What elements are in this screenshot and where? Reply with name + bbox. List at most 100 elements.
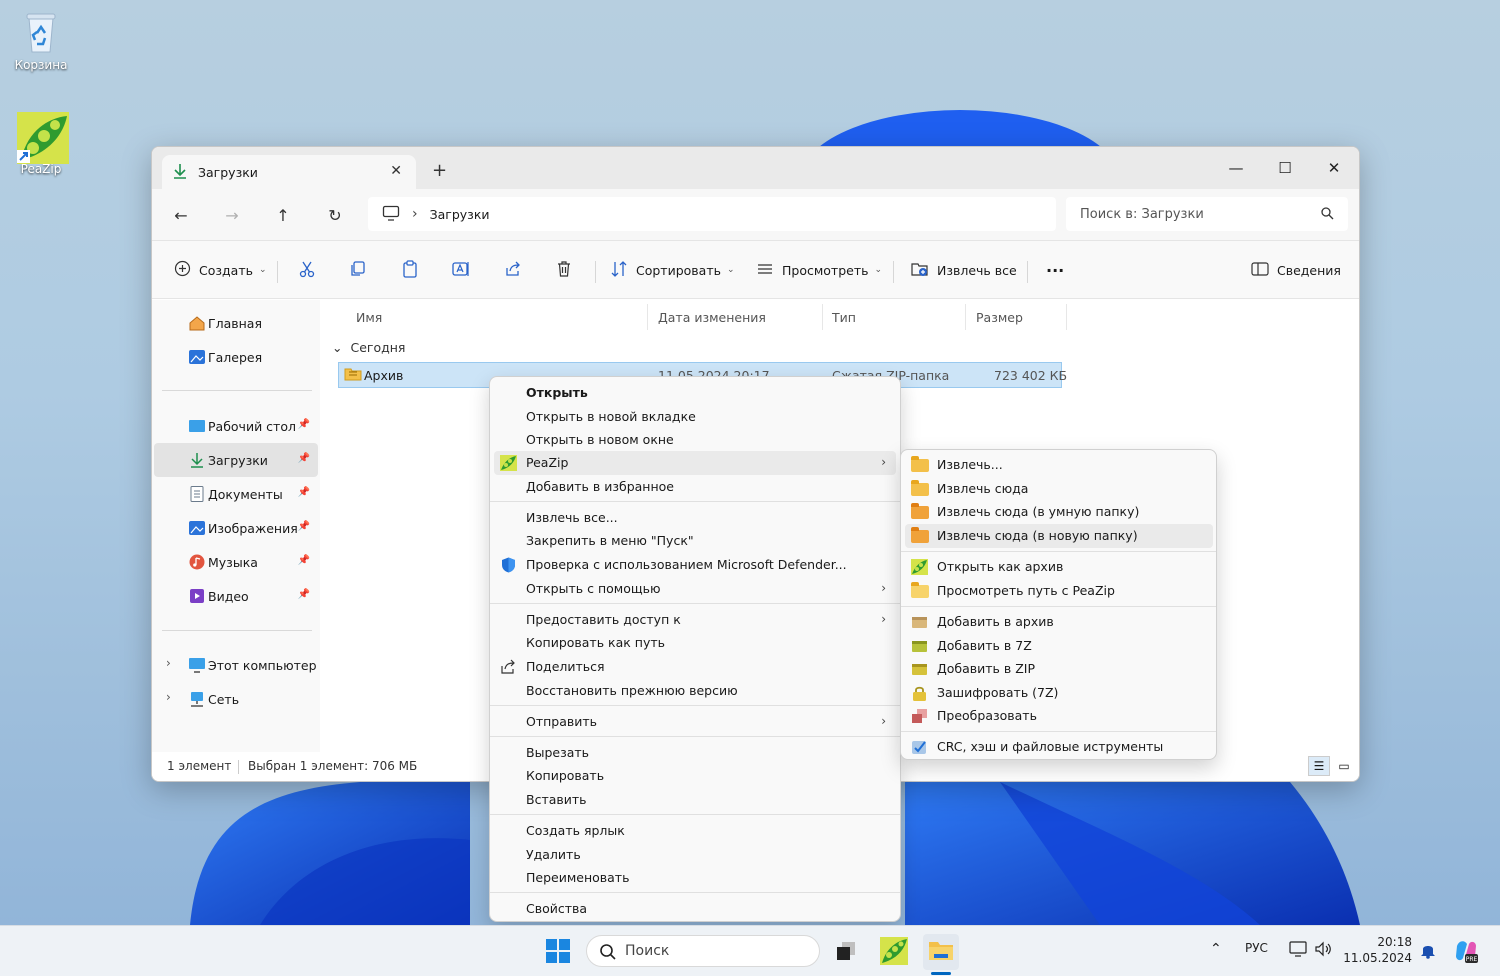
up-button[interactable]: ↑ [271,203,295,227]
music-icon [188,554,206,570]
file-explorer-icon [927,938,955,967]
chevron-right-icon: › [881,581,886,595]
group-header-today[interactable]: ⌄ Сегодня [332,340,405,355]
copy-button[interactable] [349,255,367,285]
menu-item-send-to[interactable]: Отправить › [494,710,896,734]
cut-button[interactable] [298,255,316,285]
peazip-icon [880,936,908,968]
nav-item-video[interactable]: Видео 📌 [154,579,318,613]
menu-item-cut[interactable]: Вырезать [494,741,896,765]
menu-item-extract-all[interactable]: Извлечь все... [494,506,896,530]
menu-item-copy[interactable]: Копировать [494,764,896,788]
task-view-button[interactable] [828,934,864,970]
menu-item-pin-start[interactable]: Закрепить в меню "Пуск" [494,529,896,553]
convert-icon [911,708,928,724]
menu-item-properties[interactable]: Свойства [494,897,896,921]
back-button[interactable]: ← [169,203,193,227]
details-view-button[interactable]: ☰ [1308,756,1330,776]
taskbar-search-input[interactable]: Поиск [586,935,820,967]
menu-item-give-access[interactable]: Предоставить доступ к › [494,608,896,632]
pin-icon: 📌 [297,453,310,464]
submenu-item-extract-here[interactable]: Извлечь сюда [905,477,1213,501]
nav-item-documents[interactable]: Документы 📌 [154,477,318,511]
extract-all-button[interactable]: Извлечь все [911,255,1017,285]
close-tab-icon[interactable]: ✕ [390,163,402,179]
sort-button[interactable]: Сортировать ⌄ [610,255,735,285]
start-button[interactable] [540,934,576,970]
tiles-view-button[interactable]: ▭ [1333,756,1355,776]
submenu-item-add-archive[interactable]: Добавить в архив [905,610,1213,634]
submenu-item-extract-new-folder[interactable]: Извлечь сюда (в новую папку) [905,524,1213,548]
chevron-right-icon[interactable]: › [166,690,171,704]
desktop-icon-peazip[interactable]: PeaZip [1,112,81,176]
menu-item-restore-version[interactable]: Восстановить прежнюю версию [494,679,896,703]
forward-button[interactable]: → [220,203,244,227]
menu-item-open-new-window[interactable]: Открыть в новом окне [494,428,896,452]
clock[interactable]: 20:18 11.05.2024 [1343,934,1412,966]
close-window-button[interactable]: ✕ [1311,153,1357,183]
menu-item-rename[interactable]: Переименовать [494,866,896,890]
menu-item-open[interactable]: Открыть [494,381,896,405]
column-header-name[interactable]: Имя [356,310,382,325]
file-name: Архив [364,368,404,383]
menu-item-create-shortcut[interactable]: Создать ярлык [494,819,896,843]
volume-icon[interactable] [1314,941,1332,960]
refresh-button[interactable]: ↻ [323,203,347,227]
nav-item-gallery[interactable]: Галерея [154,340,318,374]
submenu-item-open-archive[interactable]: Открыть как архив [905,555,1213,579]
chevron-up-icon[interactable]: ⌃ [1210,941,1222,957]
nav-item-music[interactable]: Музыка 📌 [154,545,318,579]
submenu-item-extract[interactable]: Извлечь... [905,453,1213,477]
breadcrumb[interactable]: Загрузки [430,207,490,222]
submenu-item-encrypt-7z[interactable]: Зашифровать (7Z) [905,681,1213,705]
new-tab-button[interactable]: + [432,160,447,181]
paste-button[interactable] [401,255,419,285]
desktop-icon-recycle-bin[interactable]: Корзина [1,8,81,72]
menu-item-defender-scan[interactable]: Проверка с использованием Microsoft Defe… [494,553,896,577]
menu-item-add-favorites[interactable]: Добавить в избранное [494,475,896,499]
submenu-item-browse-path[interactable]: Просмотреть путь с PeaZip [905,579,1213,603]
view-button[interactable]: Просмотреть ⌄ [756,255,882,285]
submenu-item-convert[interactable]: Преобразовать [905,704,1213,728]
nav-item-network[interactable]: › Сеть [154,682,318,716]
network-status-icon[interactable] [1289,941,1307,960]
menu-item-open-with[interactable]: Открыть с помощью › [494,577,896,601]
delete-button[interactable] [555,255,573,285]
copilot-icon[interactable]: PRE [1453,938,1479,967]
more-options-button[interactable]: ··· [1046,255,1064,285]
chevron-right-icon[interactable]: › [166,656,171,670]
rename-button[interactable] [452,255,470,285]
shield-icon [500,557,517,573]
submenu-item-extract-smart-folder[interactable]: Извлечь сюда (в умную папку) [905,500,1213,524]
maximize-button[interactable]: ☐ [1262,153,1308,183]
nav-item-images[interactable]: Изображения 📌 [154,511,318,545]
nav-item-desktop[interactable]: Рабочий стол 📌 [154,409,318,443]
submenu-item-add-zip[interactable]: Добавить в ZIP [905,657,1213,681]
menu-item-open-new-tab[interactable]: Открыть в новой вкладке [494,405,896,429]
details-button[interactable]: Сведения [1251,255,1341,285]
minimize-button[interactable]: — [1213,153,1259,183]
nav-item-this-pc[interactable]: › Этот компьютер [154,648,318,682]
menu-item-paste[interactable]: Вставить [494,788,896,812]
submenu-item-crc-hash[interactable]: CRC, хэш и файловые иструменты [905,735,1213,759]
column-header-date[interactable]: Дата изменения [658,310,766,325]
divider [490,603,900,604]
input-language[interactable]: РУС [1245,941,1268,955]
taskbar-file-explorer[interactable] [923,934,959,970]
column-header-size[interactable]: Размер [976,310,1023,325]
address-field[interactable]: › Загрузки [368,197,1056,231]
share-button[interactable] [504,255,522,285]
nav-item-home[interactable]: Главная [154,306,318,340]
search-input[interactable]: Поиск в: Загрузки [1066,197,1348,231]
nav-item-downloads[interactable]: Загрузки 📌 [154,443,318,477]
taskbar-peazip[interactable] [876,934,912,970]
notification-bell-icon[interactable] [1420,941,1436,962]
menu-item-copy-path[interactable]: Копировать как путь [494,631,896,655]
tab-downloads[interactable]: Загрузки ✕ [162,155,416,189]
menu-item-delete[interactable]: Удалить [494,843,896,867]
column-header-type[interactable]: Тип [832,310,856,325]
create-button[interactable]: Создать ⌄ [174,255,267,285]
menu-item-share[interactable]: Поделиться [494,655,896,679]
menu-item-peazip[interactable]: PeaZip › [494,451,896,475]
submenu-item-add-7z[interactable]: Добавить в 7Z [905,634,1213,658]
